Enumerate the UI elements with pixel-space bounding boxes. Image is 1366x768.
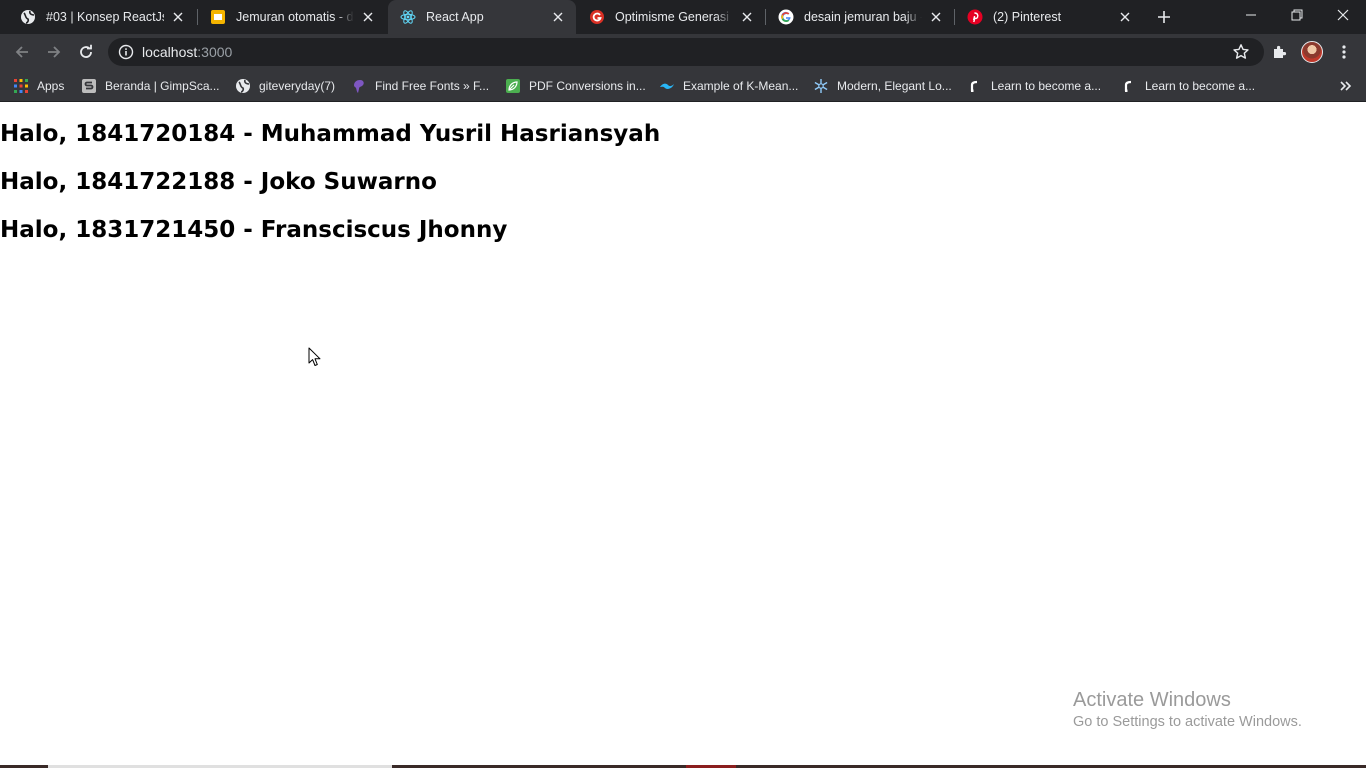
tab-desain-jemuran[interactable]: desain jemuran baju - G bbox=[766, 0, 954, 34]
roadmap-icon bbox=[1121, 78, 1137, 94]
reload-icon bbox=[80, 44, 92, 58]
codepen-wave-icon bbox=[659, 78, 675, 94]
close-icon bbox=[1337, 9, 1349, 21]
bookmark-label: Apps bbox=[37, 79, 65, 93]
apps-grid-icon bbox=[13, 78, 29, 94]
mouse-cursor-icon bbox=[308, 347, 321, 366]
bookmark-label: Find Free Fonts » F... bbox=[375, 79, 490, 93]
bookmark-modern-elegant[interactable]: Modern, Elegant Lo... bbox=[813, 76, 952, 96]
tab-title: desain jemuran baju - G bbox=[804, 10, 922, 24]
tab-pinterest[interactable]: (2) Pinterest bbox=[955, 0, 1143, 34]
google-icon bbox=[778, 9, 794, 25]
tab-strip: #03 | Konsep ReactJs Jemuran otomatis - … bbox=[0, 0, 1366, 34]
new-tab-button[interactable] bbox=[1152, 5, 1176, 29]
close-icon[interactable] bbox=[170, 9, 186, 25]
tab-konsep-reactjs[interactable]: #03 | Konsep ReactJs bbox=[8, 0, 196, 34]
bookmark-label: Beranda | GimpSca... bbox=[105, 79, 220, 93]
bookmark-label: Learn to become a... bbox=[991, 79, 1102, 93]
restore-icon bbox=[1291, 9, 1303, 21]
bookmark-pdf-conversions[interactable]: PDF Conversions in... bbox=[505, 76, 646, 96]
snowflake-icon bbox=[813, 78, 829, 94]
activate-windows-watermark: Activate Windows Go to Settings to activ… bbox=[1073, 689, 1302, 730]
bookmark-label: Modern, Elegant Lo... bbox=[837, 79, 952, 93]
minimize-button[interactable] bbox=[1228, 0, 1274, 30]
plus-icon bbox=[1158, 11, 1170, 23]
tab-title: Optimisme Generasi M bbox=[615, 10, 733, 24]
fontspace-icon bbox=[351, 78, 367, 94]
bookmarks-bar: Apps Beranda | GimpSca... giteveryday(7)… bbox=[0, 70, 1366, 102]
bookmark-giteveryday[interactable]: giteveryday(7) bbox=[235, 76, 335, 96]
more-vertical-icon bbox=[1342, 45, 1346, 59]
url-port: :3000 bbox=[197, 44, 233, 60]
forward-button[interactable] bbox=[40, 38, 68, 66]
globe-icon bbox=[235, 78, 251, 94]
arrow-left-icon bbox=[15, 46, 28, 58]
arrow-right-icon bbox=[48, 46, 61, 58]
puzzle-icon bbox=[1274, 45, 1287, 58]
roadmap-icon bbox=[967, 78, 983, 94]
react-icon bbox=[400, 9, 416, 25]
bookmark-star-icon[interactable] bbox=[1232, 43, 1250, 61]
watermark-subtitle: Go to Settings to activate Windows. bbox=[1073, 714, 1302, 730]
bookmark-roadmap-2[interactable]: Learn to become a... bbox=[1121, 76, 1255, 96]
tab-title: (2) Pinterest bbox=[993, 10, 1062, 24]
close-window-button[interactable] bbox=[1320, 0, 1366, 30]
bookmark-roadmap-1[interactable]: Learn to become a... bbox=[967, 76, 1101, 96]
info-icon[interactable] bbox=[118, 44, 134, 60]
close-icon[interactable] bbox=[1117, 9, 1133, 25]
tab-jemuran-otomatis[interactable]: Jemuran otomatis - det bbox=[198, 0, 386, 34]
avatar bbox=[1301, 41, 1323, 63]
bookmark-label: giteveryday(7) bbox=[259, 79, 336, 93]
bookmark-k-means[interactable]: Example of K-Mean... bbox=[659, 76, 798, 96]
bookmark-fontspace[interactable]: Find Free Fonts » F... bbox=[351, 76, 489, 96]
extensions-button[interactable] bbox=[1268, 40, 1292, 64]
close-icon[interactable] bbox=[550, 9, 566, 25]
minimize-icon bbox=[1246, 14, 1256, 16]
chevron-double-right-icon[interactable] bbox=[1338, 78, 1354, 94]
greeting-heading-3: Halo, 1831721450 - Fransciscus Jhonny bbox=[0, 217, 508, 243]
profile-button[interactable] bbox=[1300, 40, 1324, 64]
bookmark-label: Example of K-Mean... bbox=[683, 79, 799, 93]
tab-optimisme-generasi[interactable]: Optimisme Generasi M bbox=[577, 0, 765, 34]
gimpscape-icon bbox=[81, 78, 97, 94]
close-icon[interactable] bbox=[739, 9, 755, 25]
tab-react-app[interactable]: React App bbox=[388, 0, 576, 34]
watermark-title: Activate Windows bbox=[1073, 689, 1231, 711]
toolbar: localhost:3000 bbox=[0, 34, 1366, 70]
address-bar[interactable]: localhost:3000 bbox=[108, 38, 1264, 66]
bookmark-label: Learn to become a... bbox=[1145, 79, 1256, 93]
pinterest-icon bbox=[967, 9, 983, 25]
reload-button[interactable] bbox=[72, 38, 100, 66]
page-viewport: Halo, 1841720184 - Muhammad Yusril Hasri… bbox=[0, 103, 1366, 768]
url-text: localhost:3000 bbox=[142, 44, 232, 60]
grammarly-icon bbox=[589, 9, 605, 25]
tab-title: React App bbox=[426, 10, 484, 24]
restore-button[interactable] bbox=[1274, 0, 1320, 30]
globe-icon bbox=[20, 9, 36, 25]
close-icon[interactable] bbox=[360, 9, 376, 25]
close-icon[interactable] bbox=[928, 9, 944, 25]
tab-title: #03 | Konsep ReactJs bbox=[46, 10, 164, 24]
slides-icon bbox=[210, 9, 226, 25]
bookmark-apps[interactable]: Apps bbox=[13, 76, 64, 96]
bookmark-gimpscape[interactable]: Beranda | GimpSca... bbox=[81, 76, 220, 96]
tab-title: Jemuran otomatis - det bbox=[236, 10, 354, 24]
menu-button[interactable] bbox=[1332, 40, 1356, 64]
back-button[interactable] bbox=[8, 38, 36, 66]
url-host: localhost bbox=[142, 44, 198, 60]
bookmark-label: PDF Conversions in... bbox=[529, 79, 646, 93]
pdf-leaf-icon bbox=[505, 78, 521, 94]
greeting-heading-2: Halo, 1841722188 - Joko Suwarno bbox=[0, 169, 437, 195]
greeting-heading-1: Halo, 1841720184 - Muhammad Yusril Hasri… bbox=[0, 121, 661, 147]
